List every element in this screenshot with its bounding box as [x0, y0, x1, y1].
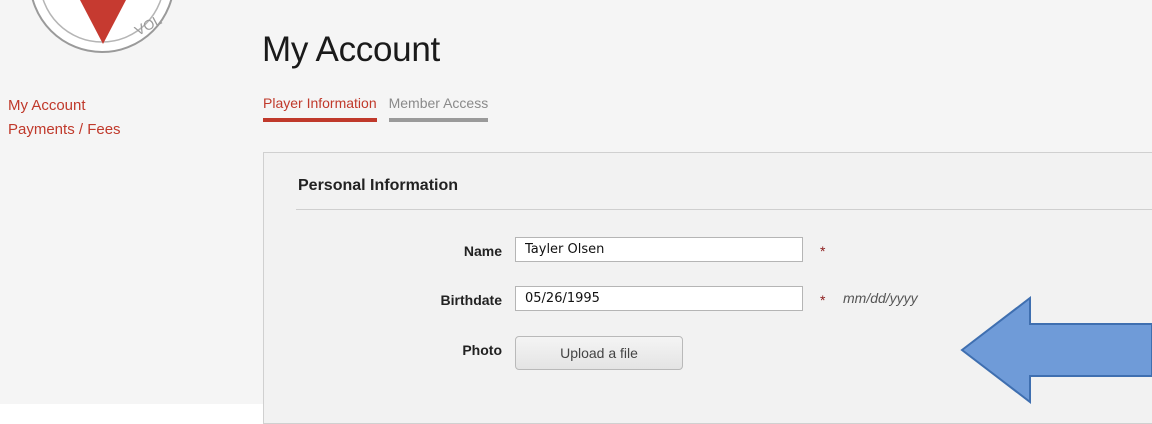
- section-divider: [296, 209, 1152, 210]
- tab-member-access[interactable]: Member Access: [388, 95, 489, 122]
- left-arrow-icon: [960, 296, 1152, 404]
- name-input[interactable]: [515, 237, 803, 262]
- tab-bar: Player Information Member Access: [263, 95, 489, 122]
- logo-emblem: VOL: [31, 0, 173, 53]
- sidebar-item-payments-fees[interactable]: Payments / Fees: [8, 118, 121, 142]
- name-row: Name *: [264, 237, 1152, 267]
- birthdate-required-mark: *: [820, 292, 826, 308]
- club-logo: VOL: [0, 0, 205, 55]
- photo-label: Photo: [462, 342, 502, 358]
- upload-file-button[interactable]: Upload a file: [515, 336, 683, 370]
- sidebar-item-my-account[interactable]: My Account: [8, 94, 121, 118]
- birthdate-format-hint: mm/dd/yyyy: [843, 290, 918, 306]
- birthdate-label: Birthdate: [440, 292, 502, 308]
- page: VOL My Account Payments / Fees My Accoun…: [0, 0, 1152, 424]
- name-required-mark: *: [820, 243, 826, 259]
- birthdate-input[interactable]: [515, 286, 803, 311]
- tab-player-information[interactable]: Player Information: [263, 95, 377, 122]
- page-title: My Account: [262, 30, 440, 69]
- name-label: Name: [463, 243, 502, 259]
- section-title: Personal Information: [298, 177, 459, 194]
- sidebar: My Account Payments / Fees: [8, 94, 121, 142]
